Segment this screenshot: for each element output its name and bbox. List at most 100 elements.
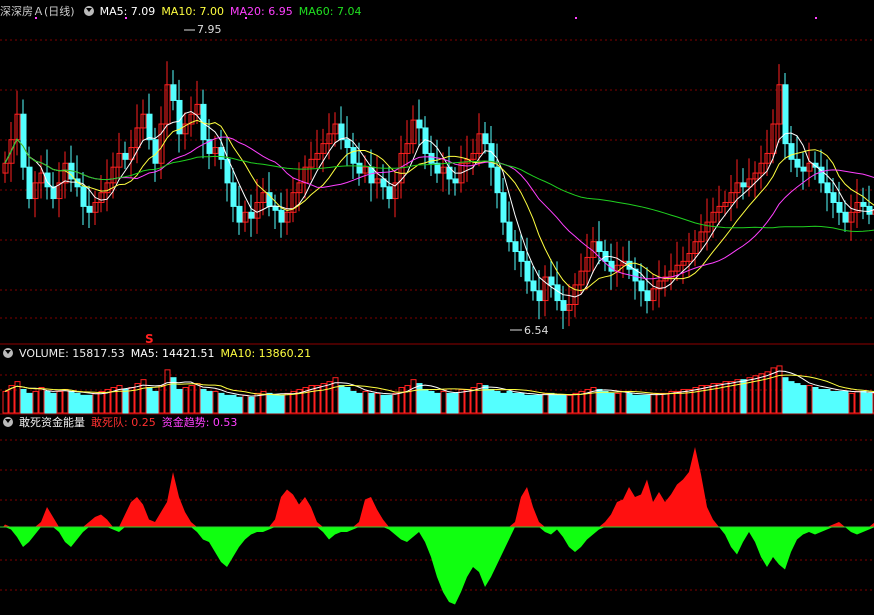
dropdown-icon[interactable] — [3, 417, 13, 427]
signal-dot — [815, 17, 817, 19]
volume-bar — [428, 390, 435, 414]
volume-bar — [608, 392, 615, 414]
candle-body — [224, 158, 231, 184]
dropdown-icon[interactable] — [83, 6, 94, 16]
volume-bar — [566, 394, 573, 414]
volume-bar — [98, 390, 105, 414]
volume-bar — [44, 390, 51, 414]
volume-header: VOLUME: 15817.53 MA5: 14421.51 MA10: 13860… — [0, 346, 317, 362]
candle-body — [596, 241, 603, 253]
volume-bar — [230, 394, 237, 414]
volume-bar — [854, 390, 861, 414]
candle-body — [506, 221, 513, 243]
candle-body — [416, 119, 423, 129]
volume-bar — [782, 377, 789, 414]
candle-body — [482, 133, 489, 145]
volume-bar — [224, 394, 231, 414]
vol-ma5-label: MA5: 14421.51 — [130, 347, 215, 360]
fund-title: 敢死资金能量 — [19, 416, 85, 429]
volume-bar — [662, 392, 669, 414]
volume-bar — [464, 388, 471, 414]
volume-bar — [74, 392, 81, 414]
volume-bar — [284, 392, 291, 414]
low-annotation: 6.54 — [524, 324, 549, 337]
volume-bar — [362, 390, 369, 414]
candle-body — [122, 152, 129, 160]
ma10-label: MA10: 7.00 — [161, 5, 225, 18]
candle-body — [860, 201, 867, 207]
volume-bar — [440, 390, 447, 414]
positive-energy-area — [3, 447, 874, 527]
volume-bar — [206, 390, 213, 414]
volume-bar — [176, 388, 183, 414]
series2-label: 资金趋势: 0.53 — [161, 416, 238, 429]
candle-body — [494, 166, 501, 194]
candle-body — [536, 290, 543, 302]
volume-bar — [674, 390, 681, 414]
candle-body — [644, 290, 651, 302]
volume-bar — [446, 392, 453, 414]
volume-bar — [32, 390, 39, 414]
volume-bar — [818, 388, 825, 414]
volume-bar — [326, 381, 333, 414]
volume-bar — [668, 390, 675, 414]
volume-bar — [320, 383, 327, 414]
volume-bar — [398, 387, 405, 414]
candle-body — [266, 192, 273, 207]
volume-bar — [866, 392, 873, 414]
volume-bar — [134, 383, 141, 414]
candle-body — [524, 260, 531, 282]
volume-bar — [344, 387, 351, 414]
candle-body — [488, 143, 495, 168]
volume-bar — [710, 383, 717, 414]
candle-body — [26, 166, 33, 200]
volume-bar — [386, 394, 393, 414]
volume-bar — [554, 394, 561, 414]
volume-bar — [500, 392, 507, 414]
dropdown-icon[interactable] — [3, 348, 13, 358]
volume-bar — [830, 390, 837, 414]
volume-bar — [368, 392, 375, 414]
ma20-line — [4, 136, 874, 280]
candle-body — [344, 139, 351, 149]
candle-body — [842, 211, 849, 223]
volume-bar — [614, 392, 621, 414]
volume-bar — [836, 390, 843, 414]
candle-body — [836, 201, 843, 213]
volume-bar — [86, 394, 93, 414]
volume-bar — [374, 392, 381, 414]
volume-bar — [380, 394, 387, 414]
volume-bar — [272, 394, 279, 414]
volume-bar — [812, 387, 819, 414]
volume-bar — [824, 388, 831, 414]
volume-bar — [350, 390, 357, 414]
volume-bar — [212, 390, 219, 414]
candle-body — [80, 186, 87, 207]
volume-bar — [194, 383, 201, 414]
candle-body — [794, 158, 801, 168]
volume-bar — [860, 390, 867, 414]
volume-bar — [560, 394, 567, 414]
negative-energy-area — [3, 527, 874, 605]
candle-body — [170, 84, 177, 101]
candle-body — [248, 211, 255, 219]
candle-body — [500, 192, 507, 223]
volume-bar — [92, 392, 99, 414]
volume-bar — [542, 392, 549, 414]
candle-body — [278, 209, 285, 223]
candle-body — [236, 205, 243, 223]
volume-bar — [62, 388, 69, 414]
volume-bar — [80, 394, 87, 414]
ma20-label: MA20: 6.95 — [230, 5, 293, 18]
volume-bar — [266, 392, 273, 414]
volume-bar — [638, 394, 645, 414]
volume-bar — [494, 390, 501, 414]
price-header: 深深房Ａ(日线) MA5: 7.09 MA10: 7.00 MA20: 6.95 MA6… — [0, 4, 367, 20]
candle-body — [740, 182, 747, 188]
volume-bar — [2, 390, 9, 414]
volume-bar — [248, 396, 255, 414]
volume-bar — [50, 392, 57, 414]
series1-label: 敢死队: 0.25 — [91, 416, 156, 429]
candle-body — [824, 182, 831, 194]
volume-bar — [488, 388, 495, 414]
